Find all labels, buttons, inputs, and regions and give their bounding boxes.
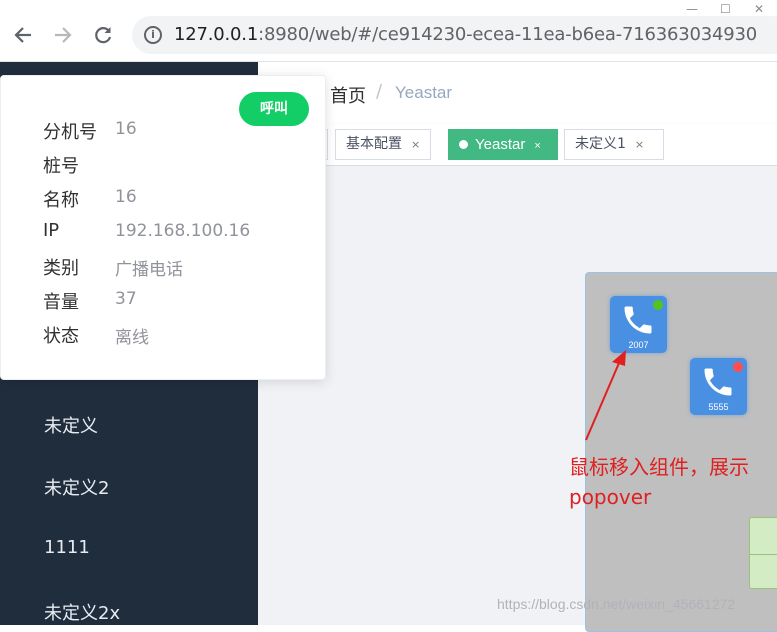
label-name: 名称: [43, 190, 79, 211]
active-dot-icon: [459, 140, 468, 149]
tag-close-icon[interactable]: ×: [635, 138, 644, 151]
tag-label: 未定义1: [575, 136, 626, 152]
divider: [750, 554, 777, 555]
url-path: :8980/web/#/ce914230-ecea-11ea-b6ea-7163…: [258, 24, 758, 45]
forward-icon[interactable]: [52, 24, 74, 51]
url-host: 127.0.0.1: [174, 24, 259, 45]
tag-label: 基本配置: [346, 136, 402, 152]
label-stake: 桩号: [43, 156, 79, 177]
value-extension: 16: [115, 119, 137, 139]
group-component[interactable]: [749, 517, 777, 589]
tag-undefined-1[interactable]: 未定义1 ×: [564, 129, 664, 160]
value-status: 离线: [115, 328, 149, 348]
tag-label: Yeastar: [475, 136, 526, 153]
device-popover: 呼叫 分机号 16 桩号 名称 16 IP 192.168.100.16 类别 …: [0, 75, 326, 380]
close-icon[interactable]: ✕: [754, 2, 764, 16]
tag-yeastar[interactable]: Yeastar ×: [448, 129, 558, 160]
phone-icon: [624, 306, 652, 334]
header: 首页 / Yeastar: [258, 62, 777, 124]
annotation-line-1: 鼠标移入组件，展示: [569, 455, 749, 479]
value-volume: 37: [115, 289, 137, 309]
label-volume: 音量: [43, 292, 79, 313]
maximize-icon[interactable]: ☐: [720, 2, 731, 16]
phone-component[interactable]: 5555: [690, 358, 747, 415]
label-extension: 分机号: [43, 122, 97, 143]
watermark: https://blog.csdn.net/weixin_45661272: [497, 596, 736, 612]
status-indicator: [733, 362, 743, 372]
minimize-icon[interactable]: —: [686, 2, 698, 16]
annotation-arrow-icon: [585, 350, 626, 441]
annotation-text: 鼠标移入组件，展示 popover: [569, 452, 749, 512]
tags-view: 基本配置 × Yeastar × 未定义1 ×: [258, 124, 777, 166]
url-text[interactable]: 127.0.0.1:8980/web/#/ce914230-ecea-11ea-…: [174, 24, 757, 45]
phone-component[interactable]: 2007: [610, 296, 667, 353]
breadcrumb-home[interactable]: 首页: [330, 82, 366, 108]
value-name: 16: [115, 187, 137, 207]
sidebar-item-1[interactable]: 未定义: [44, 412, 98, 438]
label-category: 类别: [43, 258, 79, 279]
breadcrumb-separator: /: [376, 81, 383, 102]
label-ip: IP: [43, 220, 60, 241]
tag-close-icon[interactable]: ×: [534, 140, 540, 152]
annotation-line-2: popover: [569, 485, 652, 509]
phone-icon: [704, 368, 732, 396]
back-icon[interactable]: [12, 24, 34, 51]
tag-basic-config[interactable]: 基本配置 ×: [335, 129, 432, 160]
call-button[interactable]: 呼叫: [239, 92, 309, 126]
sidebar-item-4[interactable]: 未定义2x: [44, 599, 120, 625]
phone-number: 5555: [708, 402, 729, 412]
breadcrumb-current: Yeastar: [395, 83, 453, 102]
value-category: 广播电话: [115, 260, 183, 280]
label-status: 状态: [43, 326, 79, 347]
address-bar[interactable]: i 127.0.0.1:8980/web/#/ce914230-ecea-11e…: [132, 16, 777, 54]
sidebar-item-2[interactable]: 未定义2: [44, 474, 109, 500]
reload-icon[interactable]: [92, 24, 114, 51]
value-ip: 192.168.100.16: [115, 221, 251, 241]
status-indicator: [653, 300, 663, 310]
sidebar-item-3[interactable]: 1111: [44, 537, 90, 558]
site-info-icon[interactable]: i: [144, 26, 162, 44]
browser-toolbar: — ☐ ✕ i 127.0.0.1:8980/web/#/ce914230-ec…: [0, 0, 777, 62]
tag-close-icon[interactable]: ×: [411, 138, 420, 151]
